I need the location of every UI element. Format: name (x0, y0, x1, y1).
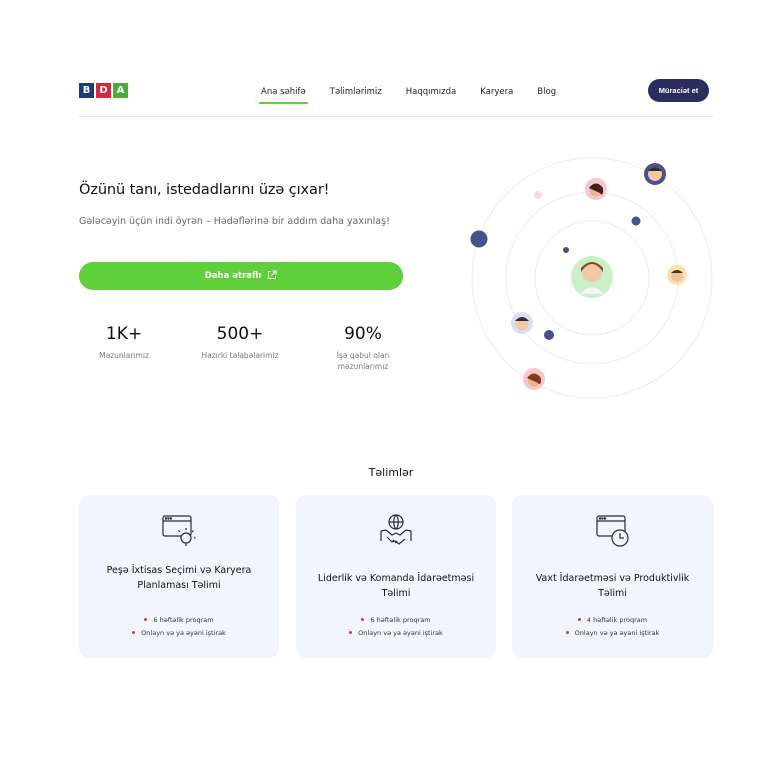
nav-trainings[interactable]: Təlimlərimiz (328, 83, 384, 101)
orbit-avatar (511, 312, 533, 334)
feature-item: 6 həftəlik proqram (296, 614, 496, 627)
feature-item: 6 həftəlik proqram (79, 614, 279, 627)
feature-item: 4 həftəlik proqram (512, 614, 713, 627)
orbit-avatar (667, 265, 687, 285)
logo[interactable]: B D A (79, 83, 128, 98)
training-card-features: 6 həftəlik proqram Onlayn və ya əyani iş… (296, 614, 496, 640)
orbit-avatar (644, 163, 666, 185)
stat-value: 500+ (216, 324, 264, 344)
learn-more-label: Daha ətraflı (204, 271, 262, 281)
feature-item: Onlayn və ya əyani iştirak (512, 627, 713, 640)
apply-button[interactable]: Müraciət et (648, 79, 709, 102)
orbit-avatar (585, 178, 607, 200)
logo-letter-d: D (96, 83, 111, 98)
trainings-title: Təlimlər (368, 466, 414, 479)
stat-label: Məzunlarımız (99, 351, 149, 360)
orbit-dot (631, 216, 641, 226)
stat-value: 1K+ (105, 324, 143, 344)
nav-about[interactable]: Haqqımızda (404, 83, 458, 101)
stat-value: 90% (344, 324, 382, 344)
logo-letter-a: A (113, 83, 128, 98)
browser-lightbulb-icon (161, 512, 197, 548)
orbit-dot (470, 230, 488, 248)
external-link-icon (267, 269, 277, 283)
header-divider (79, 116, 713, 117)
feature-item: Onlayn və ya əyani iştirak (79, 627, 279, 640)
site-header: B D A Ana səhifə Təlimlərimiz Haqqımızda… (79, 79, 713, 105)
hero-title: Özünü tanı, istedadlarını üzə çıxar! (79, 182, 330, 198)
stat-graduates: 1K+ Məzunlarımız (79, 324, 169, 361)
stat-current-students: 500+ Hazırki tələbələrimiz (195, 324, 285, 361)
training-card-title: Liderlik və Komanda İdarəetməsi Təlimi (317, 573, 475, 599)
nav-home[interactable]: Ana səhifə (259, 83, 308, 104)
stats: 1K+ Məzunlarımız 500+ Hazırki tələbələri… (79, 324, 409, 384)
orbit-avatar (523, 368, 545, 390)
orbit-illustration (470, 157, 713, 399)
stat-label: Hazırki tələbələrimiz (201, 351, 279, 360)
training-card[interactable]: Vaxt İdarəetməsi və Produktivlik Təlimi … (512, 495, 713, 658)
nav-career[interactable]: Karyera (478, 83, 515, 101)
handshake-globe-icon (378, 512, 414, 548)
training-card-features: 4 həftəlik proqram Onlayn və ya əyani iş… (512, 614, 713, 640)
stat-label: İşə qəbul olan məzunlarımız (336, 351, 390, 371)
learn-more-button[interactable]: Daha ətraflı (79, 262, 403, 290)
feature-item: Onlayn və ya əyani iştirak (296, 627, 496, 640)
trainings-cards: Peşə İxtisas Seçimi və Karyera Planlamas… (79, 495, 713, 658)
training-card[interactable]: Liderlik və Komanda İdarəetməsi Təlimi 6… (296, 495, 496, 658)
orbit-dot (563, 247, 569, 253)
training-card-title: Peşə İxtisas Seçimi və Karyera Planlamas… (106, 565, 252, 591)
browser-clock-icon (595, 512, 631, 548)
training-card-features: 6 həftəlik proqram Onlayn və ya əyani iş… (79, 614, 279, 640)
orbit-dot (534, 191, 542, 199)
stat-employed: 90% İşə qəbul olan məzunlarımız (318, 324, 408, 372)
hero-subtitle: Gələcəyin üçün indi öyrən – Hədəflərinə … (79, 216, 390, 227)
training-card[interactable]: Peşə İxtisas Seçimi və Karyera Planlamas… (79, 495, 279, 658)
logo-letter-b: B (79, 83, 94, 98)
nav-blog[interactable]: Blog (535, 83, 558, 101)
center-avatar (571, 256, 613, 298)
orbit-dot (544, 330, 554, 340)
main-nav: Ana səhifə Təlimlərimiz Haqqımızda Karye… (259, 79, 578, 105)
training-card-title: Vaxt İdarəetməsi və Produktivlik Təlimi (535, 573, 690, 599)
